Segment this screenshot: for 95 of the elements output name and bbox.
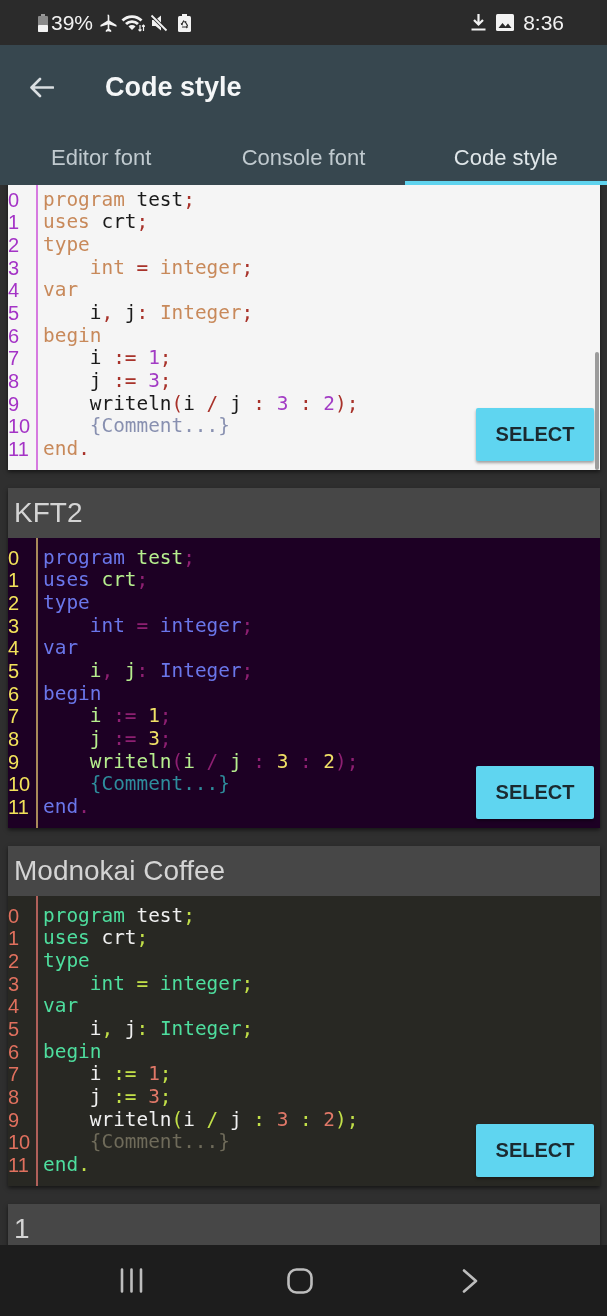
line-number: 1	[8, 569, 20, 592]
code-line: writeln(i / j : 3 : 2);	[88, 750, 359, 774]
download-icon	[471, 14, 487, 31]
chevron-right-icon[interactable]	[462, 1268, 478, 1293]
code-line: program test;	[43, 188, 195, 212]
code-line: j := 3;	[88, 728, 172, 751]
line-number: 6	[8, 682, 20, 706]
line-number: 9	[8, 750, 20, 774]
code-line: var	[43, 995, 79, 1018]
code-line: writeln(i / j : 3 : 2);	[88, 392, 359, 416]
code-line: var	[43, 637, 79, 660]
line-number: 2	[8, 233, 20, 257]
style-name: 1	[14, 1213, 30, 1245]
code-line: type	[43, 233, 90, 257]
line-number: 6	[8, 1040, 20, 1064]
tab[interactable]: Console font	[202, 135, 405, 185]
code-line: end.	[43, 1154, 90, 1177]
code-line: int = integer;	[88, 614, 254, 638]
line-number: 7	[8, 347, 20, 370]
line-number: 4	[8, 637, 20, 660]
code-line: end.	[43, 438, 90, 461]
line-number: 2	[8, 591, 20, 615]
code-line: var	[43, 279, 79, 302]
line-number: 8	[8, 370, 20, 393]
line-number: 1	[8, 211, 20, 234]
line-number: 0	[8, 904, 20, 928]
code-line: int = integer;	[88, 972, 254, 996]
code-line: {Comment...}	[88, 415, 230, 439]
line-number: 4	[8, 995, 20, 1018]
code-line: uses crt;	[43, 927, 149, 950]
line-number: 2	[8, 949, 20, 973]
line-number: 3	[8, 972, 20, 996]
line-number: 7	[8, 705, 20, 728]
code-line: i, j: Integer;	[88, 659, 254, 683]
code-line: begin	[43, 1040, 102, 1064]
line-number: 1	[8, 927, 20, 950]
line-number: 4	[8, 279, 20, 302]
code-line: end.	[43, 796, 90, 819]
scrollbar-thumb[interactable]	[595, 352, 599, 470]
code-line: {Comment...}	[88, 773, 230, 797]
line-number: 6	[8, 324, 20, 348]
line-number: 5	[8, 1017, 20, 1041]
line-number: 3	[8, 614, 20, 638]
code-line: i := 1;	[88, 347, 172, 370]
code-line: i, j: Integer;	[88, 1017, 254, 1041]
style-name: Modnokai Coffee	[14, 855, 226, 887]
line-number: 0	[8, 546, 20, 570]
speaker-muted-icon	[150, 13, 169, 32]
style-name: KFT2	[14, 497, 83, 529]
code-line: int = integer;	[88, 256, 254, 280]
code-line: uses crt;	[43, 211, 149, 234]
line-number: 5	[8, 301, 20, 325]
screen-title: Code style	[105, 71, 242, 103]
line-number: 5	[8, 659, 20, 683]
select-button[interactable]: SELECT	[476, 408, 594, 461]
line-number: 10	[8, 415, 31, 439]
battery-icon	[38, 13, 48, 32]
home-icon[interactable]	[287, 1267, 313, 1294]
tab[interactable]: Editor font	[0, 135, 203, 185]
airplane-icon	[99, 13, 118, 32]
line-number: 11	[8, 1154, 29, 1177]
code-line: begin	[43, 324, 102, 348]
line-number: 11	[8, 438, 29, 461]
code-line: i := 1;	[88, 1063, 172, 1086]
code-line: j := 3;	[88, 370, 172, 393]
code-line: writeln(i / j : 3 : 2);	[88, 1108, 359, 1132]
line-number: 3	[8, 256, 20, 280]
line-number: 7	[8, 1063, 20, 1086]
line-number: 10	[8, 773, 31, 797]
code-line: type	[43, 591, 90, 615]
image-icon	[496, 14, 515, 31]
battery-percentage: 39%	[51, 10, 94, 35]
line-number: 9	[8, 1108, 20, 1132]
select-button[interactable]: SELECT	[476, 766, 594, 819]
line-number: 10	[8, 1131, 31, 1155]
back-arrow-icon[interactable]	[29, 76, 54, 98]
code-line: uses crt;	[43, 569, 149, 592]
code-line: type	[43, 949, 90, 973]
code-line: program test;	[43, 546, 195, 570]
code-line: begin	[43, 682, 102, 706]
line-number: 8	[8, 728, 20, 751]
wifi-icon	[121, 13, 146, 32]
line-number: 0	[8, 188, 20, 212]
code-line: {Comment...}	[88, 1131, 230, 1155]
select-button[interactable]: SELECT	[476, 1124, 594, 1177]
code-line: program test;	[43, 904, 195, 928]
line-number: 8	[8, 1086, 20, 1109]
battery-recycle-icon	[178, 13, 192, 32]
clock-time: 8:36	[523, 10, 564, 35]
code-line: i, j: Integer;	[88, 301, 254, 325]
code-line: i := 1;	[88, 705, 172, 728]
code-line: j := 3;	[88, 1086, 172, 1109]
line-number: 9	[8, 392, 20, 416]
line-number: 11	[8, 796, 29, 819]
recent-apps-icon[interactable]	[120, 1268, 143, 1293]
